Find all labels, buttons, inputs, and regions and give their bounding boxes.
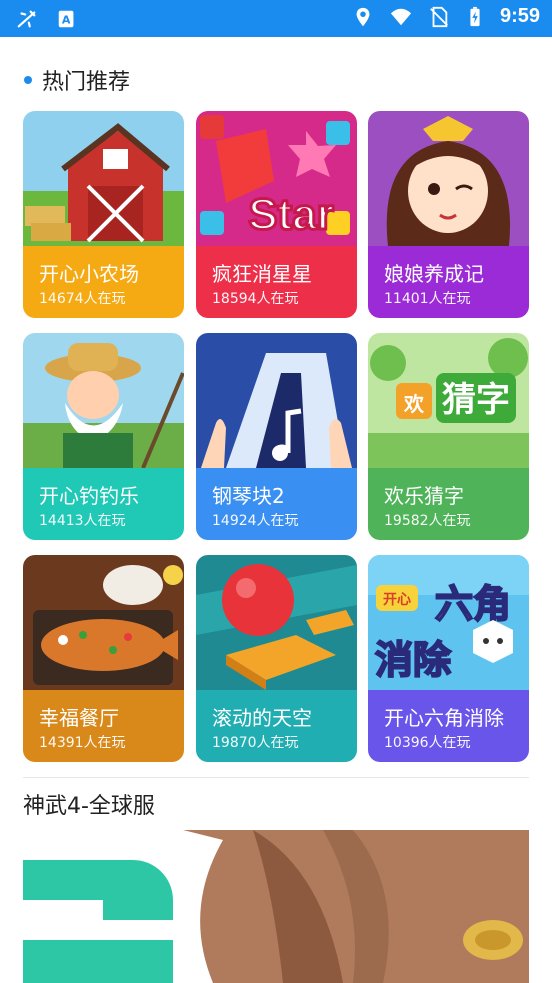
banner-artwork: [23, 830, 529, 983]
divider: [23, 777, 529, 778]
status-bar: A 9:59: [0, 0, 552, 37]
svg-text:六角: 六角: [435, 582, 511, 626]
player-count: 18594人在玩: [212, 291, 299, 307]
game-name: 欢乐猜字: [384, 484, 464, 508]
word-guess-artwork: 猜字 欢: [368, 333, 529, 468]
game-card-rolling-sky[interactable]: 滚动的天空 19870人在玩: [196, 555, 357, 762]
player-count: 14413人在玩: [39, 513, 126, 529]
star-blocks-artwork: Star: [196, 111, 357, 246]
game-card-fishing[interactable]: 开心钓钓乐 14413人在玩: [23, 333, 184, 540]
section-title: 热门推荐: [42, 70, 131, 95]
game-card-star[interactable]: Star 疯狂消星星 18594人在玩: [196, 111, 357, 318]
svg-text:A: A: [62, 14, 71, 27]
no-sim-icon: [430, 6, 448, 27]
player-count: 19582人在玩: [384, 513, 471, 529]
promo-banner[interactable]: [23, 830, 529, 983]
player-count: 10396人在玩: [384, 735, 471, 751]
svg-text:消除: 消除: [375, 638, 452, 682]
card-label: 钢琴块2 14924人在玩: [196, 468, 357, 540]
player-count: 11401人在玩: [384, 291, 471, 307]
card-label: 娘娘养成记 11401人在玩: [368, 246, 529, 318]
bullet-dot-icon: [24, 76, 32, 84]
svg-text:猜字: 猜字: [442, 380, 510, 420]
game-name: 开心六角消除: [384, 706, 504, 730]
piano-tiles-artwork: [196, 333, 357, 468]
game-card-piano[interactable]: 钢琴块2 14924人在玩: [196, 333, 357, 540]
player-count: 19870人在玩: [212, 735, 299, 751]
fish-dish-artwork: [23, 555, 184, 690]
svg-text:欢: 欢: [403, 392, 425, 416]
game-card-farm[interactable]: 开心小农场 14674人在玩: [23, 111, 184, 318]
player-count: 14391人在玩: [39, 735, 126, 751]
card-label: 欢乐猜字 19582人在玩: [368, 468, 529, 540]
card-label: 开心小农场 14674人在玩: [23, 246, 184, 318]
game-card-word-guess[interactable]: 猜字 欢 欢乐猜字 19582人在玩: [368, 333, 529, 540]
airplane-tool-icon: [17, 10, 36, 28]
card-label: 幸福餐厅 14391人在玩: [23, 690, 184, 762]
game-name: 娘娘养成记: [384, 262, 484, 286]
card-label: 开心六角消除 10396人在玩: [368, 690, 529, 762]
game-card-queen[interactable]: 娘娘养成记 11401人在玩: [368, 111, 529, 318]
game-name: 开心小农场: [39, 262, 139, 286]
clock: 9:59: [499, 5, 540, 27]
game-name: 开心钓钓乐: [39, 484, 139, 508]
rolling-ball-artwork: [196, 555, 357, 690]
game-card-hexagon[interactable]: 开心 六角 消除 开心六角消除 10396人在玩: [368, 555, 529, 762]
location-icon: [356, 7, 370, 26]
card-label: 疯狂消星星 18594人在玩: [196, 246, 357, 318]
game-name: 幸福餐厅: [39, 706, 119, 730]
banner-title[interactable]: 神武4-全球服: [23, 788, 155, 820]
game-name: 滚动的天空: [212, 706, 312, 730]
wifi-icon: [390, 8, 412, 25]
player-count: 14674人在玩: [39, 291, 126, 307]
battery-charging-icon: [470, 6, 480, 26]
queen-portrait-artwork: [368, 111, 529, 246]
game-name: 疯狂消星星: [212, 262, 312, 286]
svg-text:开心: 开心: [383, 592, 411, 608]
section-header: 热门推荐: [24, 62, 130, 98]
card-label: 滚动的天空 19870人在玩: [196, 690, 357, 762]
card-label: 开心钓钓乐 14413人在玩: [23, 468, 184, 540]
svg-text:Star: Star: [248, 190, 334, 239]
game-name: 钢琴块2: [212, 484, 285, 508]
font-a-icon: A: [58, 10, 74, 28]
fisherman-artwork: [23, 333, 184, 468]
game-card-restaurant[interactable]: 幸福餐厅 14391人在玩: [23, 555, 184, 762]
player-count: 14924人在玩: [212, 513, 299, 529]
hexagon-elimination-artwork: 开心 六角 消除: [368, 555, 529, 690]
farm-barn-artwork: [23, 111, 184, 246]
